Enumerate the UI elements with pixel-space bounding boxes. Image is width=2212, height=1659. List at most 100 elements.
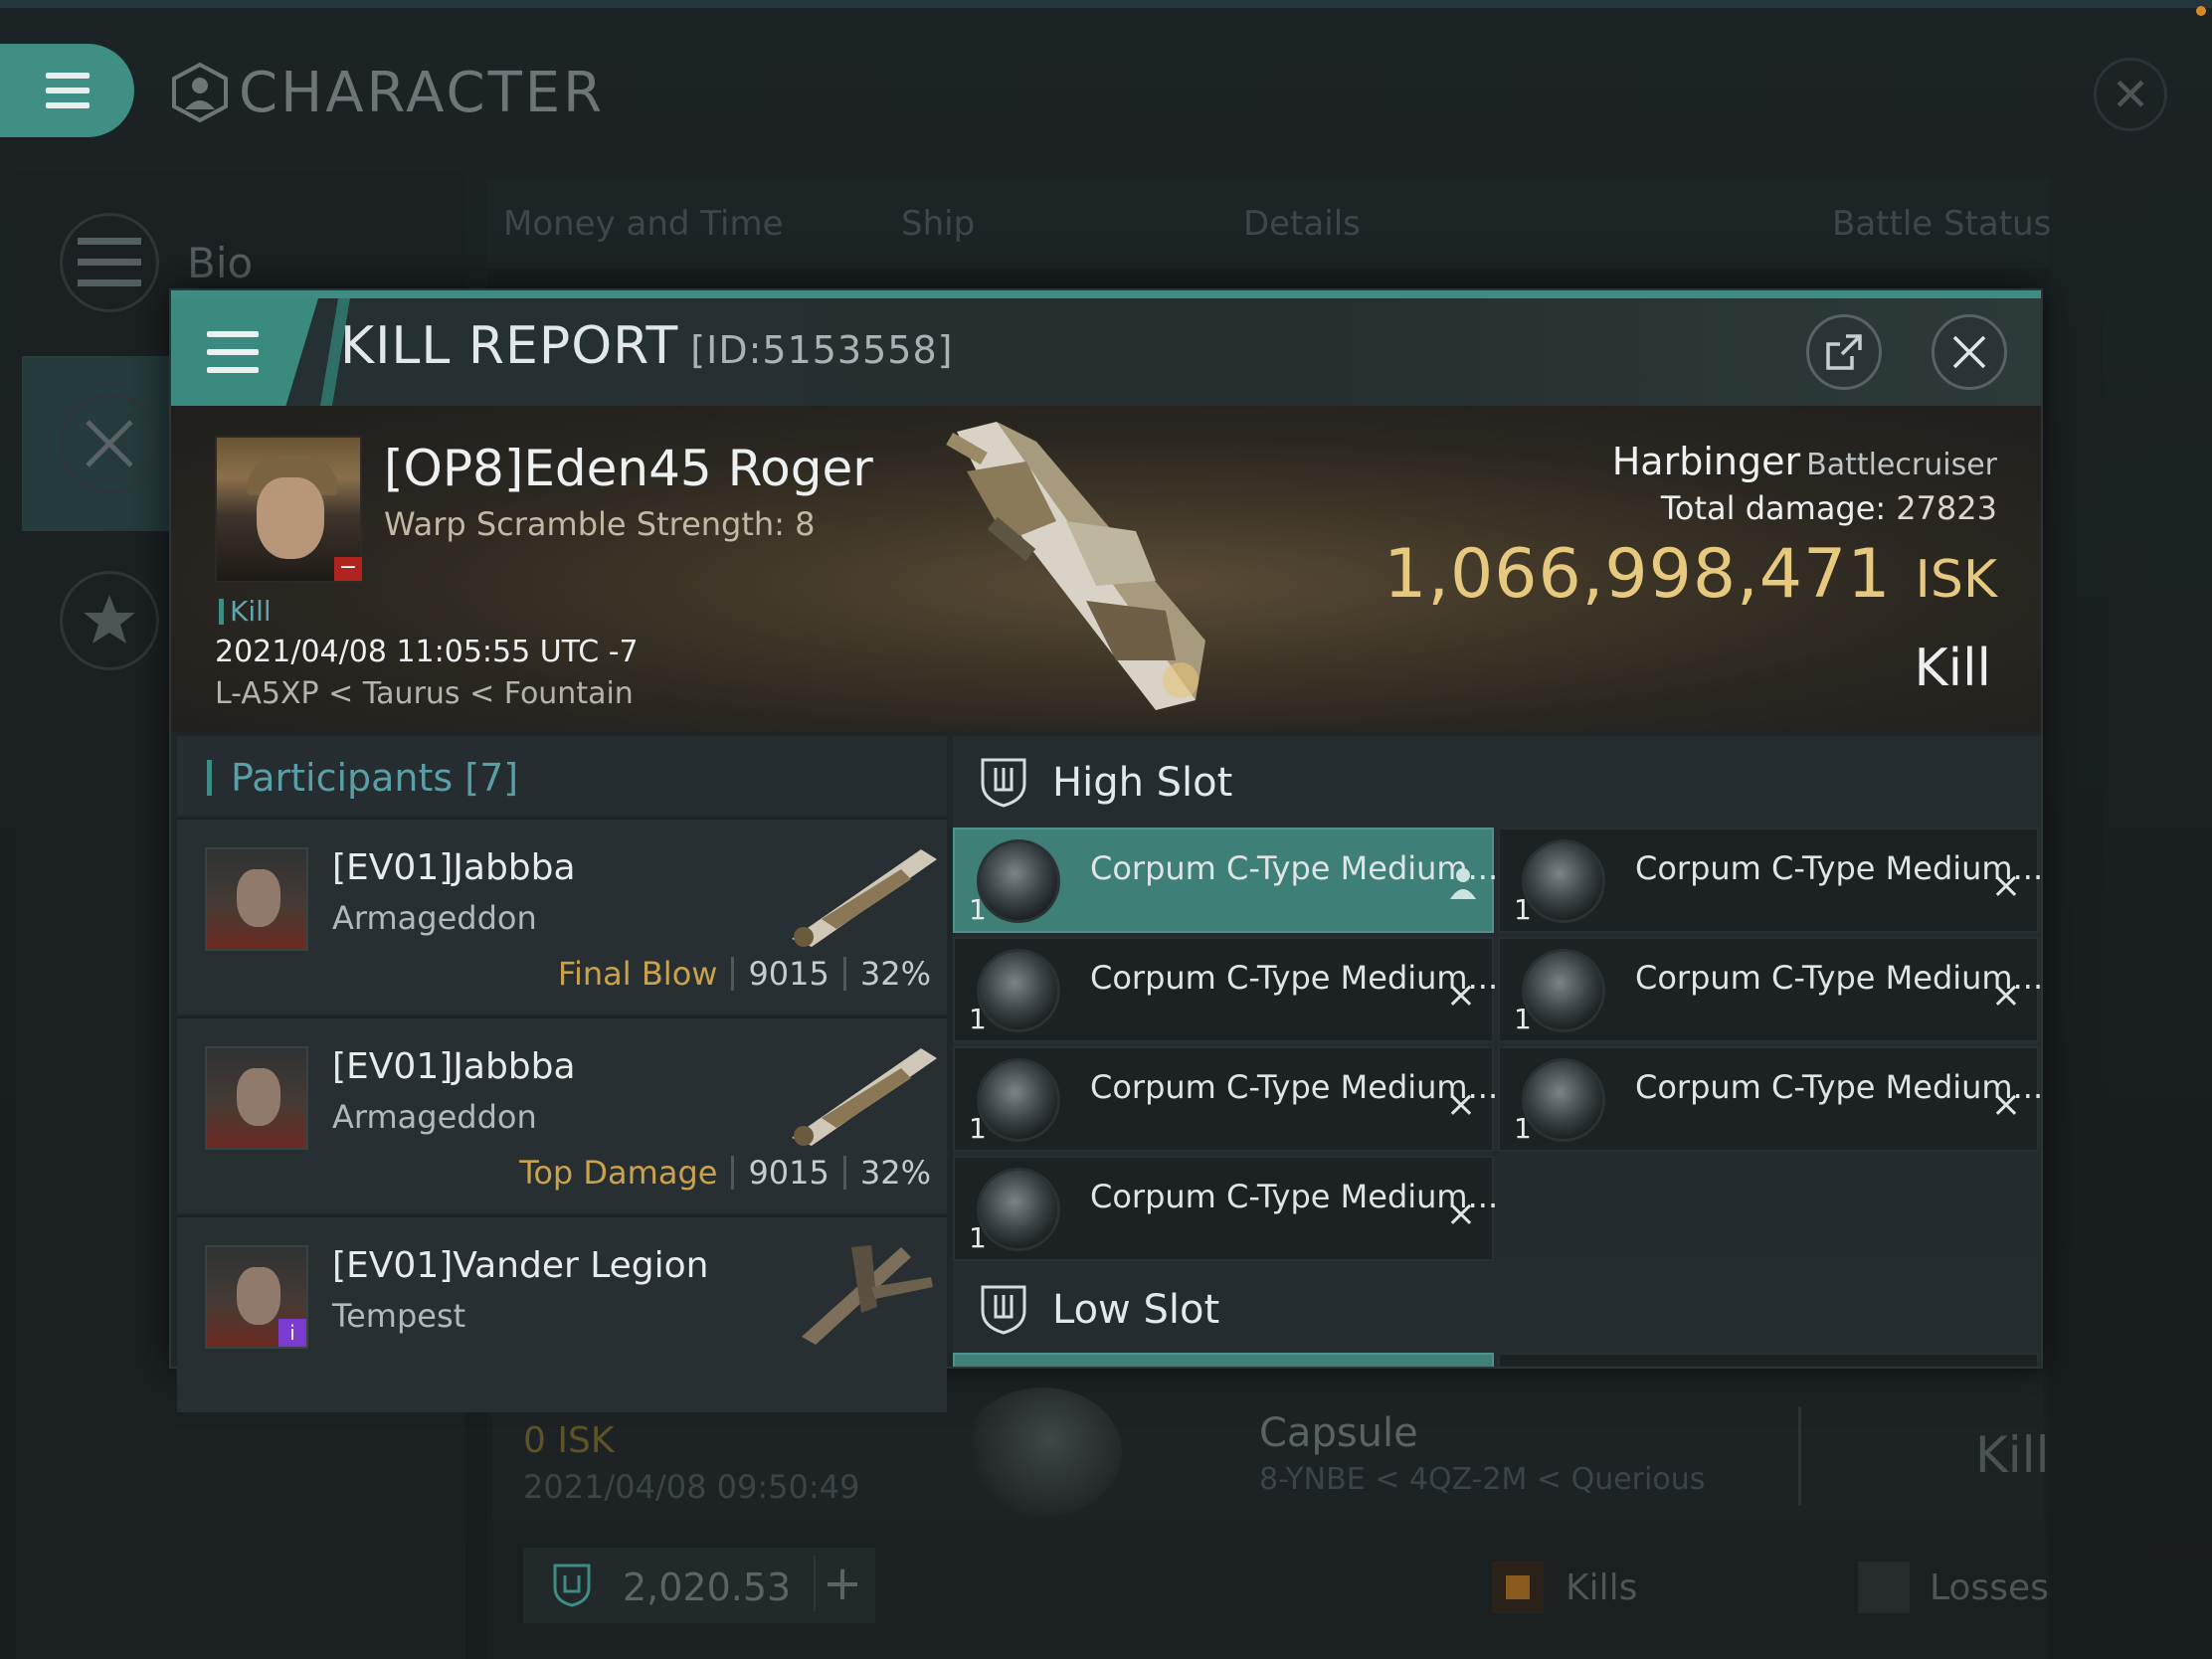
module-qty: 1 (969, 1003, 987, 1035)
add-button[interactable]: + (814, 1556, 869, 1611)
participants-header: Participants [7] (177, 736, 947, 816)
isk-unit: ISK (1915, 550, 1997, 610)
window-close-button[interactable]: ✕ (2094, 58, 2167, 131)
module-item[interactable]: 1 Corpum C-Type Medium... × (953, 1156, 1498, 1261)
participant-name: [EV01]Vander Legion (332, 1245, 709, 1286)
ship-class: Battlecruiser (1806, 448, 1997, 482)
modal-close-button[interactable] (1932, 314, 2007, 390)
combat-icon (60, 394, 159, 493)
participant-ship-image (802, 1245, 933, 1345)
participant-portrait[interactable] (205, 847, 308, 951)
participant-ship: Tempest (332, 1297, 466, 1335)
star-icon (84, 595, 135, 644)
list-item-result: Kill (1975, 1426, 2050, 1484)
kill-result: Kill (1914, 639, 1991, 698)
total-damage-label: Total damage: (1660, 489, 1887, 527)
participant-stats: Final Blow 9015 32% (558, 955, 931, 993)
module-item[interactable] (953, 1353, 1494, 1367)
slot-icon (553, 1564, 591, 1607)
victim-name[interactable]: [OP8]Eden45 Roger (384, 440, 873, 497)
low-slot-header: Low Slot (953, 1263, 2041, 1355)
module-name: Corpum C-Type Medium... (1090, 849, 1499, 887)
divider (1798, 1406, 1801, 1506)
participants-panel: Participants [7] [EV01]Jabbba Armageddon… (177, 736, 947, 1412)
module-qty: 1 (969, 1112, 987, 1145)
tab-money-and-time[interactable]: Money and Time (503, 204, 784, 244)
report-id: [ID:5153558] (690, 328, 954, 372)
hamburger-icon (45, 73, 90, 108)
destroyed-icon: × (1990, 1084, 2021, 1125)
module-item[interactable]: 1 Corpum C-Type Medium... × (953, 937, 1498, 1042)
module-item[interactable]: 1 Corpum C-Type Medium... × (1498, 937, 2041, 1042)
total-damage-value: 27823 (1896, 489, 1997, 527)
isk-amount: 1,066,998,471 (1383, 535, 1892, 614)
capsule-image (963, 1387, 1122, 1517)
kill-location[interactable]: L-A5XP < Taurus < Fountain (215, 676, 634, 711)
victim-portrait[interactable]: − (215, 436, 362, 583)
kills-legend-label: Kills (1566, 1567, 1638, 1608)
list-item-ship: Capsule (1259, 1410, 1418, 1456)
list-item-location: 8-YNBE < 4QZ-2M < Querious (1259, 1462, 1706, 1497)
module-icon (1522, 839, 1605, 923)
module-item[interactable]: 1 Corpum C-Type Medium... × (953, 1046, 1498, 1152)
participant-percent: 32% (859, 955, 931, 993)
negative-standing-icon: − (334, 557, 362, 581)
main-menu-button[interactable] (0, 44, 134, 137)
module-name: Corpum C-Type Medium... (1635, 1068, 2041, 1106)
share-button[interactable] (1806, 314, 1882, 390)
module-icon (977, 1168, 1060, 1251)
participant-row[interactable]: [EV01]Jabbba Armageddon Top Damage 9015 … (177, 1016, 947, 1213)
modal-accent-bar (171, 290, 2041, 298)
losses-legend-label: Losses (1930, 1567, 2049, 1608)
external-link-icon (1826, 334, 1862, 370)
kill-tag: Kill (219, 595, 272, 628)
destroyed-icon: × (1990, 975, 2021, 1015)
victim-ship[interactable]: Harbinger Battlecruiser (1612, 440, 1997, 483)
module-item[interactable] (1498, 1353, 2039, 1367)
module-qty: 1 (969, 1221, 987, 1254)
participant-damage: 9015 (748, 955, 830, 993)
module-qty: 1 (969, 893, 987, 926)
dropped-person-icon (1450, 868, 1476, 899)
module-item[interactable]: 1 Corpum C-Type Medium... × (1498, 1046, 2041, 1152)
modal-title: KILL REPORT [ID:5153558] (340, 316, 953, 376)
module-item[interactable]: 1 Corpum C-Type Medium... (953, 828, 1498, 933)
participants-title: Participants [7] (231, 756, 519, 800)
close-icon (1952, 335, 1986, 369)
tab-ship[interactable]: Ship (901, 204, 975, 244)
info-badge-icon: i (278, 1319, 306, 1347)
tab-details[interactable]: Details (1243, 204, 1361, 244)
module-name: Corpum C-Type Medium... (1090, 1068, 1499, 1106)
high-slot-icon (981, 758, 1026, 808)
isk-value: 1,066,998,471 ISK (1383, 535, 1997, 614)
participant-row[interactable]: i [EV01]Vander Legion Tempest (177, 1215, 947, 1412)
list-item-isk: 0 ISK (523, 1420, 615, 1461)
kill-tag-label: Kill (230, 595, 272, 628)
module-icon (1522, 1058, 1605, 1142)
module-icon (977, 1058, 1060, 1142)
sidebar-item-bio[interactable] (60, 213, 159, 312)
high-slot-header: High Slot (953, 736, 2041, 828)
participant-ship: Armageddon (332, 899, 537, 937)
destroyed-icon: × (1445, 975, 1476, 1015)
tab-battle-status[interactable]: Battle Status (1832, 204, 2051, 244)
participant-portrait[interactable] (205, 1046, 308, 1150)
participant-row[interactable]: [EV01]Jabbba Armageddon Final Blow 9015 … (177, 818, 947, 1014)
module-name: Corpum C-Type Medium... (1090, 959, 1499, 997)
top-bar (0, 0, 2212, 8)
participant-portrait[interactable]: i (205, 1245, 308, 1349)
module-name: Corpum C-Type Medium... (1635, 959, 2041, 997)
portrait-face (257, 477, 324, 559)
kill-report-modal: KILL REPORT [ID:5153558] − [OP8]Eden45 Ro… (169, 288, 2043, 1412)
kills-legend-swatch (1492, 1562, 1544, 1613)
participant-role: Top Damage (519, 1154, 718, 1192)
module-name: Corpum C-Type Medium... (1090, 1178, 1499, 1215)
ship-name: Harbinger (1611, 440, 1801, 483)
module-name: Corpum C-Type Medium... (1635, 849, 2041, 887)
module-item[interactable]: 1 Corpum C-Type Medium... × (1498, 828, 2041, 933)
notification-dot (2196, 6, 2206, 16)
window-title: CHARACTER (169, 58, 605, 127)
low-slot-icon (981, 1285, 1026, 1335)
sidebar-item-medals[interactable] (60, 571, 159, 670)
module-icon (1522, 949, 1605, 1032)
